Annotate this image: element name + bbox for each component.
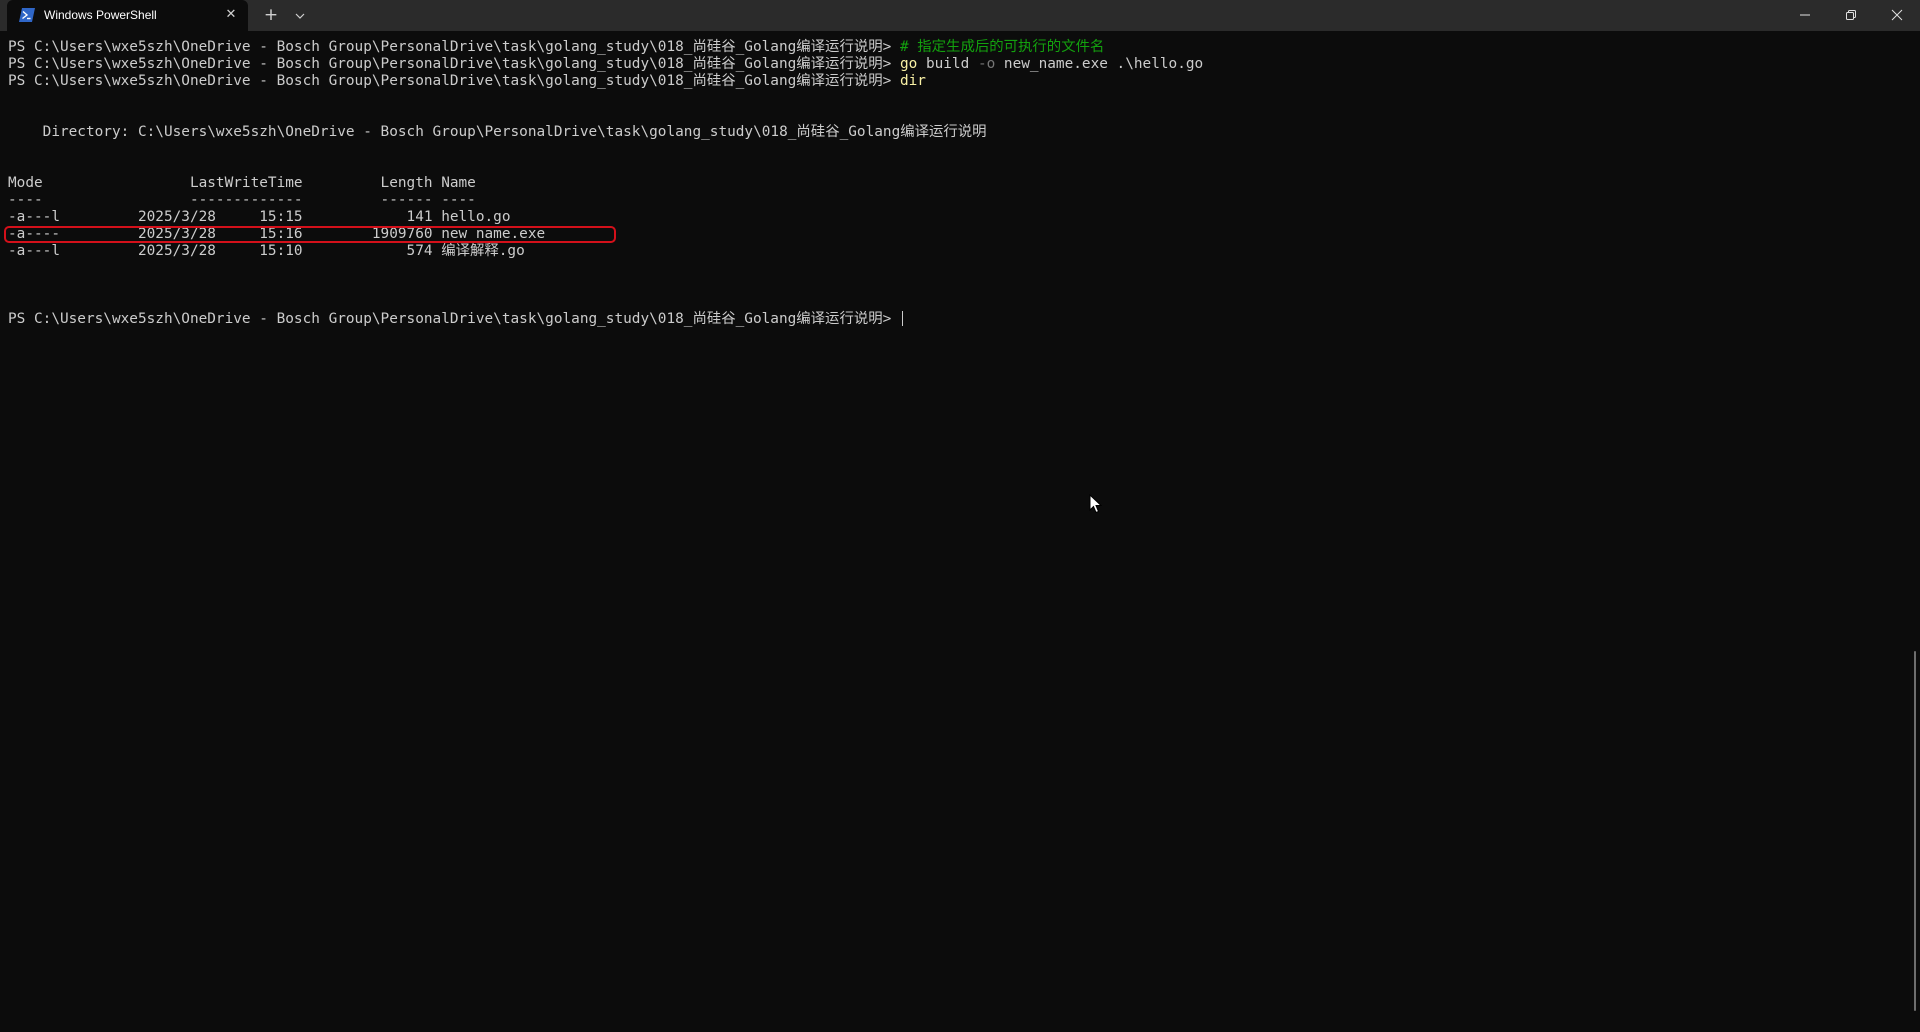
scrollbar-thumb[interactable] [1914, 651, 1916, 1011]
command-name: go [899, 56, 918, 72]
history-line-comment: PS C:\Users\wxe5szh\OneDrive - Bosch Gro… [8, 39, 1104, 56]
history-line-dir: PS C:\Users\wxe5szh\OneDrive - Bosch Gro… [8, 73, 926, 90]
mouse-pointer-icon [1089, 494, 1103, 514]
title-bar: Windows PowerShell ✕ + [0, 0, 1920, 31]
prompt: PS C:\Users\wxe5szh\OneDrive - Bosch Gro… [8, 39, 900, 55]
listing-row: -a---l 2025/3/28 15:15 141 hello.go [8, 209, 511, 225]
restore-button[interactable] [1828, 0, 1874, 31]
tab-title: Windows PowerShell [44, 8, 157, 22]
text-cursor [901, 311, 903, 326]
restore-icon [1846, 10, 1856, 20]
tab-windows-powershell[interactable]: Windows PowerShell ✕ [7, 0, 248, 31]
new-tab-button[interactable]: + [260, 5, 282, 27]
chevron-down-icon[interactable] [289, 5, 311, 27]
highlight-annotation [4, 226, 616, 243]
powershell-window: Windows PowerShell ✕ + PS C:\Users\wxe5s… [0, 0, 1920, 1032]
command-parameter: -o [977, 56, 996, 72]
command-name: dir [899, 73, 926, 89]
prompt: PS C:\Users\wxe5szh\OneDrive - Bosch Gro… [8, 311, 900, 327]
comment-text: # 指定生成后的可执行的文件名 [899, 39, 1105, 55]
history-line-go-build: PS C:\Users\wxe5szh\OneDrive - Bosch Gro… [8, 56, 1203, 73]
powershell-icon [19, 8, 35, 22]
current-prompt-line[interactable]: PS C:\Users\wxe5szh\OneDrive - Bosch Gro… [8, 311, 903, 328]
listing-row: -a---l 2025/3/28 15:10 574 编译解释.go [8, 243, 525, 259]
listing-separator: ---- ------------- ------ ---- [8, 192, 476, 208]
terminal-output[interactable]: PS C:\Users\wxe5szh\OneDrive - Bosch Gro… [0, 31, 1910, 1032]
scrollbar[interactable] [1910, 31, 1920, 1032]
close-icon [1891, 9, 1903, 21]
minimize-icon [1800, 14, 1810, 16]
command-args: new_name.exe .\hello.go [995, 56, 1204, 72]
close-window-button[interactable] [1874, 0, 1920, 31]
minimize-button[interactable] [1782, 0, 1828, 31]
listing-header: Mode LastWriteTime Length Name [8, 175, 476, 191]
directory-line: Directory: C:\Users\wxe5szh\OneDrive - B… [8, 124, 987, 140]
prompt: PS C:\Users\wxe5szh\OneDrive - Bosch Gro… [8, 73, 900, 89]
command-args: build [917, 56, 978, 72]
prompt: PS C:\Users\wxe5szh\OneDrive - Bosch Gro… [8, 56, 900, 72]
close-tab-icon[interactable]: ✕ [221, 5, 241, 25]
